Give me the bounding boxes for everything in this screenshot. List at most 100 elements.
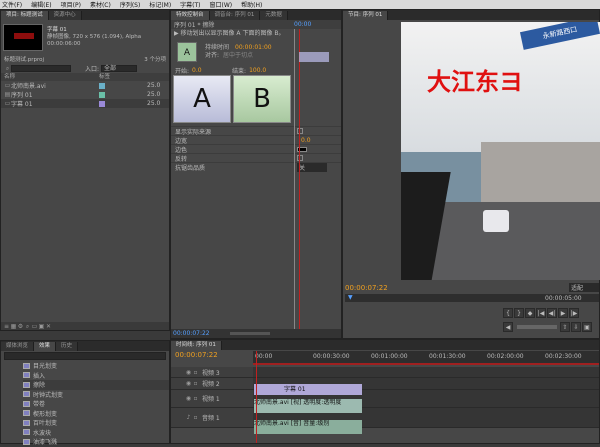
fit-select[interactable]: 适配: [569, 283, 599, 292]
jog-slider[interactable]: [517, 325, 557, 329]
menu-item-4[interactable]: 序列(S): [120, 0, 141, 9]
program-playhead-icon[interactable]: ▼: [348, 294, 353, 301]
effect-item[interactable]: 擦除: [23, 380, 169, 390]
clip-name: 字幕 01: [47, 26, 67, 33]
lock-icon[interactable]: ▫: [192, 395, 199, 402]
tab-history[interactable]: 历史: [56, 342, 79, 351]
effect-item[interactable]: 时钟式划变: [23, 390, 169, 400]
icon-view-icon[interactable]: ▦: [10, 323, 17, 330]
timeline-playhead[interactable]: [256, 351, 257, 443]
lock-icon[interactable]: ▫: [192, 380, 199, 387]
ruler-tick-label: 00:02:30:00: [545, 353, 582, 360]
lock-icon[interactable]: ▫: [192, 414, 199, 421]
new-item-icon[interactable]: ▣: [38, 323, 45, 330]
delete-icon[interactable]: ✕: [45, 323, 52, 330]
effects-search-input[interactable]: [4, 352, 166, 360]
menu-item-6[interactable]: 字幕(T): [180, 0, 200, 9]
lift-icon[interactable]: ⇧: [560, 322, 570, 332]
menu-item-5[interactable]: 标记(M): [149, 0, 171, 9]
timeline-ruler[interactable]: 00:00 00:00:30:00 00:01:00:00 00:01:30:00 00…: [253, 351, 599, 363]
program-ruler[interactable]: 00:00:05:00 ▼: [345, 294, 599, 302]
tab-resource-center[interactable]: 资源中心: [48, 11, 82, 20]
end-value[interactable]: 100.0: [249, 67, 266, 74]
image-b-preview[interactable]: B: [233, 75, 291, 123]
project-item-name: 序列 01: [11, 92, 33, 99]
menu-item-7[interactable]: 窗口(W): [210, 0, 233, 9]
checkbox[interactable]: [297, 128, 303, 134]
menu-item-8[interactable]: 帮助(H): [241, 0, 262, 9]
tab-audio-mixer[interactable]: 调音台: 序列 01: [209, 11, 261, 20]
effect-item[interactable]: 楔形划变: [23, 409, 169, 419]
ec-property-value[interactable]: 0.0: [301, 137, 341, 144]
project-item[interactable]: ▤ 序列 01 25.0: [1, 90, 169, 99]
timeline-timecode[interactable]: 00:00:07:22: [175, 351, 253, 359]
col-name[interactable]: 名称: [4, 73, 99, 81]
tab-program[interactable]: 节目: 序列 01: [343, 11, 389, 20]
step-back-icon[interactable]: ◀|: [547, 308, 557, 318]
program-video-frame[interactable]: 永新路西口 大江东ヨ: [401, 22, 600, 280]
effect-item-label: 擦除: [33, 382, 46, 390]
marker-icon[interactable]: ◆: [525, 308, 535, 318]
automate-icon[interactable]: ⚙: [17, 323, 24, 330]
effect-item[interactable]: 目光划变: [23, 361, 169, 371]
search-input[interactable]: [11, 64, 71, 72]
speaker-icon[interactable]: ♪: [185, 414, 192, 421]
step-forward-icon[interactable]: |▶: [569, 308, 579, 318]
ec-zoom-slider[interactable]: [229, 332, 270, 335]
tab-timeline-seq01[interactable]: 时间线: 序列 01: [171, 341, 222, 350]
menu-item-1[interactable]: 编辑(E): [31, 0, 51, 9]
eye-icon[interactable]: ◉: [185, 380, 192, 387]
mark-out-icon[interactable]: }: [514, 308, 524, 318]
menu-item-2[interactable]: 项目(P): [61, 0, 81, 9]
extract-icon[interactable]: ⇩: [571, 322, 581, 332]
image-a-preview[interactable]: A: [173, 75, 231, 123]
effect-item[interactable]: 百叶划变: [23, 418, 169, 428]
lock-icon[interactable]: ▫: [192, 369, 199, 376]
menu-item-3[interactable]: 素材(C): [90, 0, 111, 9]
project-item[interactable]: ▭ 北师南景.avi 25.0: [1, 81, 169, 90]
tab-effects[interactable]: 效果: [34, 342, 57, 351]
mark-in-icon[interactable]: {: [503, 308, 513, 318]
video-clip[interactable]: 北师南景.avi [视] 透明度:透明度: [254, 399, 362, 413]
effect-item[interactable]: 油漆飞溅: [23, 437, 169, 447]
work-area-bar[interactable]: [253, 363, 599, 365]
ec-playhead[interactable]: [299, 29, 300, 329]
shuttle-icon[interactable]: ◀: [503, 322, 513, 332]
tab-metadata[interactable]: 元数据: [260, 11, 288, 20]
checkbox[interactable]: [297, 155, 303, 161]
title-clip[interactable]: 字幕 01: [254, 384, 362, 395]
effect-item[interactable]: 水波块: [23, 428, 169, 438]
tab-project[interactable]: 项目: 标题测试: [1, 11, 49, 20]
col-label[interactable]: 标签: [99, 73, 110, 81]
effect-item[interactable]: 插入: [23, 371, 169, 381]
align-value[interactable]: 居中于切点: [223, 52, 253, 60]
export-frame-icon[interactable]: ▣: [582, 322, 592, 332]
play-icon[interactable]: ▶: [558, 308, 568, 318]
list-view-icon[interactable]: ≡: [3, 323, 10, 330]
ec-property-row: 显示实际来源: [171, 126, 341, 136]
find-icon[interactable]: ⌕: [24, 323, 31, 330]
eye-icon[interactable]: ◉: [185, 395, 192, 402]
ruler-tick-label: 00:00: [255, 353, 273, 360]
eye-icon[interactable]: ◉: [185, 369, 192, 376]
timeline-tracks: ◉ ▫ 视频 3 ◉ ▫ 视频 2 ◉ ▫ 视频 1 ♪ ▫ 音频 1: [171, 367, 599, 428]
ec-property-row: 反转: [171, 153, 341, 163]
duration-value[interactable]: 00:00:01:00: [235, 44, 272, 52]
ec-clip-b-bar[interactable]: [299, 52, 329, 62]
new-bin-icon[interactable]: ▭: [31, 323, 38, 330]
start-value[interactable]: 0.0: [192, 67, 232, 74]
track-lane[interactable]: [253, 367, 599, 377]
search-icon: ⌕: [5, 64, 10, 72]
project-item[interactable]: ▭ 字幕 01 25.0: [1, 99, 169, 108]
transition-preview-thumb[interactable]: A: [177, 42, 197, 62]
inlet-select[interactable]: 全部: [101, 64, 138, 72]
program-timecode[interactable]: 00:00:07:22: [345, 284, 388, 292]
effect-item[interactable]: 带卷: [23, 399, 169, 409]
tab-media-browser[interactable]: 媒体浏览: [1, 342, 35, 351]
track-row: ♪ ▫ 音频 1: [171, 408, 599, 428]
tab-effect-controls[interactable]: 特效控制台: [171, 11, 210, 20]
menu-item-0[interactable]: 文件(F): [2, 0, 22, 9]
audio-clip[interactable]: 北师南景.avi [音] 音量:级别: [254, 420, 362, 434]
goto-in-icon[interactable]: |◀: [536, 308, 546, 318]
ec-property-value[interactable]: 关: [297, 162, 327, 172]
